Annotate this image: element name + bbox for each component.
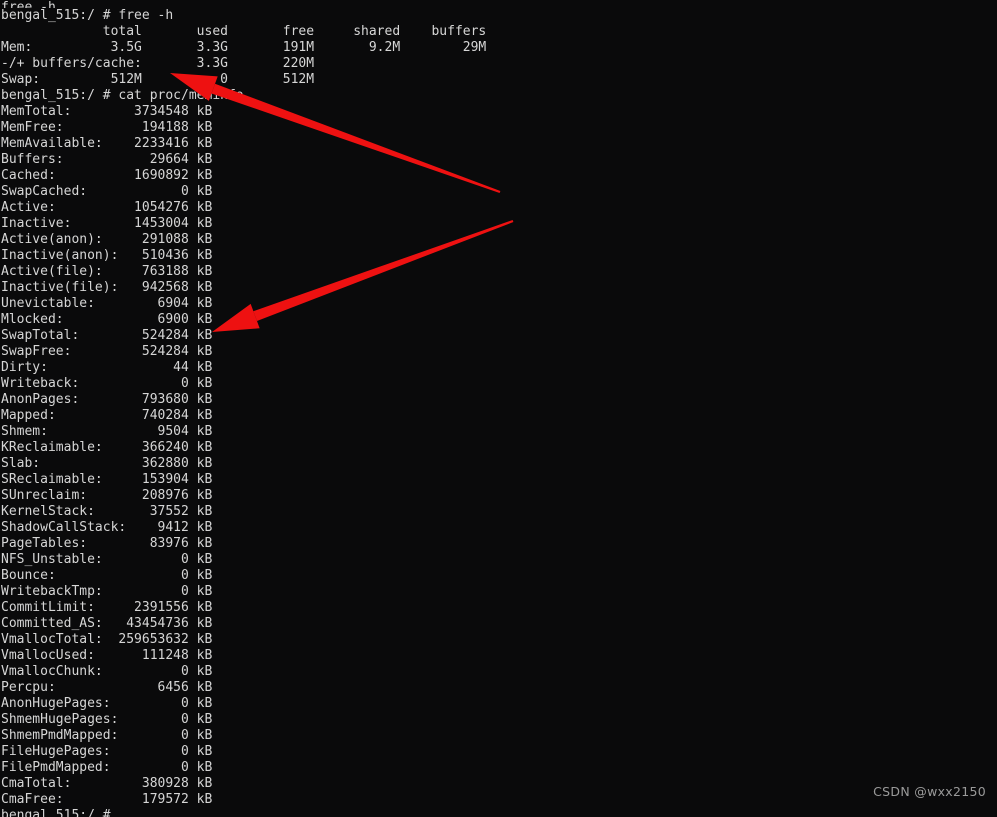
terminal-window[interactable]: free -h bengal_515:/ # free -h total used… [0,0,997,817]
terminal-line: PageTables: 83976 kB [1,536,213,551]
terminal-line: Inactive: 1453004 kB [1,216,213,231]
terminal-line: Committed_AS: 43454736 kB [1,616,213,631]
terminal-line: KReclaimable: 366240 kB [1,440,213,455]
terminal-line: Cached: 1690892 kB [1,168,213,183]
terminal-line: CmaTotal: 380928 kB [1,776,213,791]
terminal-line: AnonHugePages: 0 kB [1,696,213,711]
terminal-line: bengal_515:/ # cat proc/meminfo [1,88,244,103]
csdn-watermark: CSDN @wxx2150 [873,784,986,799]
terminal-line: SwapFree: 524284 kB [1,344,213,359]
terminal-line: KernelStack: 37552 kB [1,504,213,519]
terminal-line: Unevictable: 6904 kB [1,296,213,311]
terminal-line: -/+ buffers/cache: 3.3G 220M [1,56,315,71]
terminal-line: SwapCached: 0 kB [1,184,213,199]
terminal-line: Active: 1054276 kB [1,200,213,215]
terminal-line: Active(anon): 291088 kB [1,232,213,247]
terminal-line: FileHugePages: 0 kB [1,744,213,759]
terminal-line: Swap: 512M 0 512M [1,72,315,87]
terminal-line: Slab: 362880 kB [1,456,213,471]
terminal-line: Percpu: 6456 kB [1,680,213,695]
terminal-line: FilePmdMapped: 0 kB [1,760,213,775]
terminal-line: ShmemHugePages: 0 kB [1,712,213,727]
terminal-line: Inactive(anon): 510436 kB [1,248,213,263]
terminal-line: AnonPages: 793680 kB [1,392,213,407]
terminal-line: WritebackTmp: 0 kB [1,584,213,599]
terminal-line: SReclaimable: 153904 kB [1,472,213,487]
terminal-line: ShmemPmdMapped: 0 kB [1,728,213,743]
terminal-line: MemTotal: 3734548 kB [1,104,213,119]
terminal-line: SwapTotal: 524284 kB [1,328,213,343]
terminal-line: MemAvailable: 2233416 kB [1,136,213,151]
terminal-line: bengal_515:/ # free -h [1,8,174,23]
terminal-line: Active(file): 763188 kB [1,264,213,279]
terminal-line: Shmem: 9504 kB [1,424,213,439]
terminal-line: Bounce: 0 kB [1,568,213,583]
terminal-line: MemFree: 194188 kB [1,120,213,135]
terminal-line: Buffers: 29664 kB [1,152,213,167]
terminal-line: total used free shared buffers [1,24,487,39]
terminal-line: Mem: 3.5G 3.3G 191M 9.2M 29M [1,40,487,55]
terminal-line: VmallocUsed: 111248 kB [1,648,213,663]
terminal-line: CmaFree: 179572 kB [1,792,213,807]
terminal-line: free -h [1,0,56,8]
terminal-line: VmallocChunk: 0 kB [1,664,213,679]
terminal-screen-buffer: free -h bengal_515:/ # free -h total used… [0,0,997,817]
terminal-line: VmallocTotal: 259653632 kB [1,632,213,647]
terminal-line: Inactive(file): 942568 kB [1,280,213,295]
terminal-line: Mapped: 740284 kB [1,408,213,423]
terminal-line: ShadowCallStack: 9412 kB [1,520,213,535]
terminal-line: Mlocked: 6900 kB [1,312,213,327]
terminal-line: bengal_515:/ # [1,808,111,817]
terminal-line: NFS_Unstable: 0 kB [1,552,213,567]
terminal-line: Writeback: 0 kB [1,376,213,391]
terminal-line: CommitLimit: 2391556 kB [1,600,213,615]
terminal-line: Dirty: 44 kB [1,360,213,375]
terminal-line: SUnreclaim: 208976 kB [1,488,213,503]
